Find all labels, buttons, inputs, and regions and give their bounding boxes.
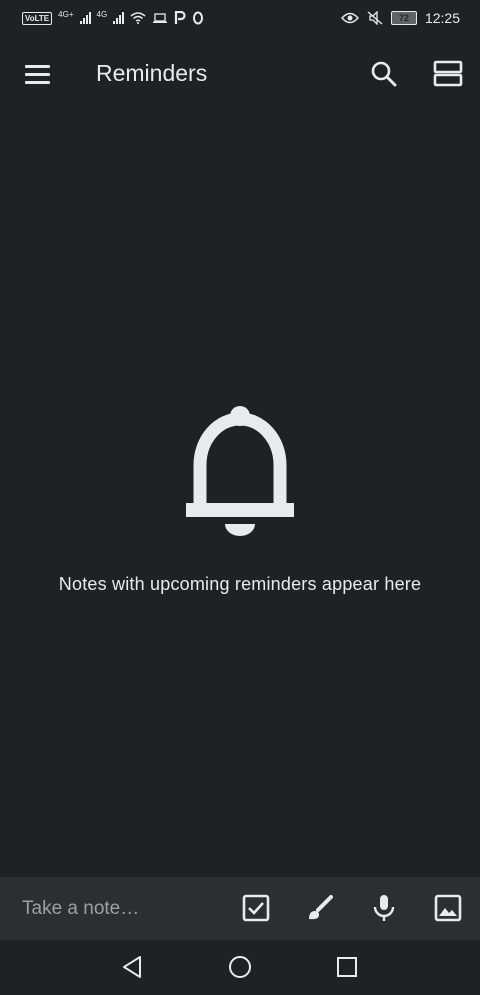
bottom-bar: Take a note… [0,877,480,940]
o-app-icon [193,11,204,25]
take-note-input[interactable]: Take a note… [22,898,139,920]
signal-icon [79,12,91,24]
page-title: Reminders [96,60,208,86]
search-icon[interactable] [364,54,404,94]
laptop-icon [153,13,168,23]
system-nav-bar [0,940,480,995]
status-left: VoLTE 4G+ 4G [22,9,204,25]
signal-icon-2 [113,12,125,24]
volte-indicator: VoLTE [22,11,53,25]
back-icon[interactable] [118,952,148,982]
home-icon[interactable] [225,952,255,982]
menu-icon[interactable] [16,54,58,96]
wifi-icon [130,12,146,24]
checkbox-icon[interactable] [239,891,273,925]
clock: 12:25 [424,10,460,26]
list-view-icon[interactable] [428,54,468,94]
p-app-icon [175,11,186,24]
brush-icon[interactable] [303,891,337,925]
battery-icon: 72 [390,11,417,25]
bell-icon [185,405,295,539]
image-icon[interactable] [431,891,465,925]
status-right: 72 12:25 [341,10,460,26]
recents-icon[interactable] [332,952,362,982]
empty-state-message: Notes with upcoming reminders appear her… [58,574,422,594]
network-type-1: 4G+ [58,9,74,19]
eye-icon [341,12,359,24]
microphone-icon[interactable] [367,891,401,925]
app-bar: Reminders [0,46,480,102]
mute-icon [367,11,383,25]
status-bar: VoLTE 4G+ 4G 72 12:25 [0,0,480,36]
network-type-2: 4G [96,9,108,19]
